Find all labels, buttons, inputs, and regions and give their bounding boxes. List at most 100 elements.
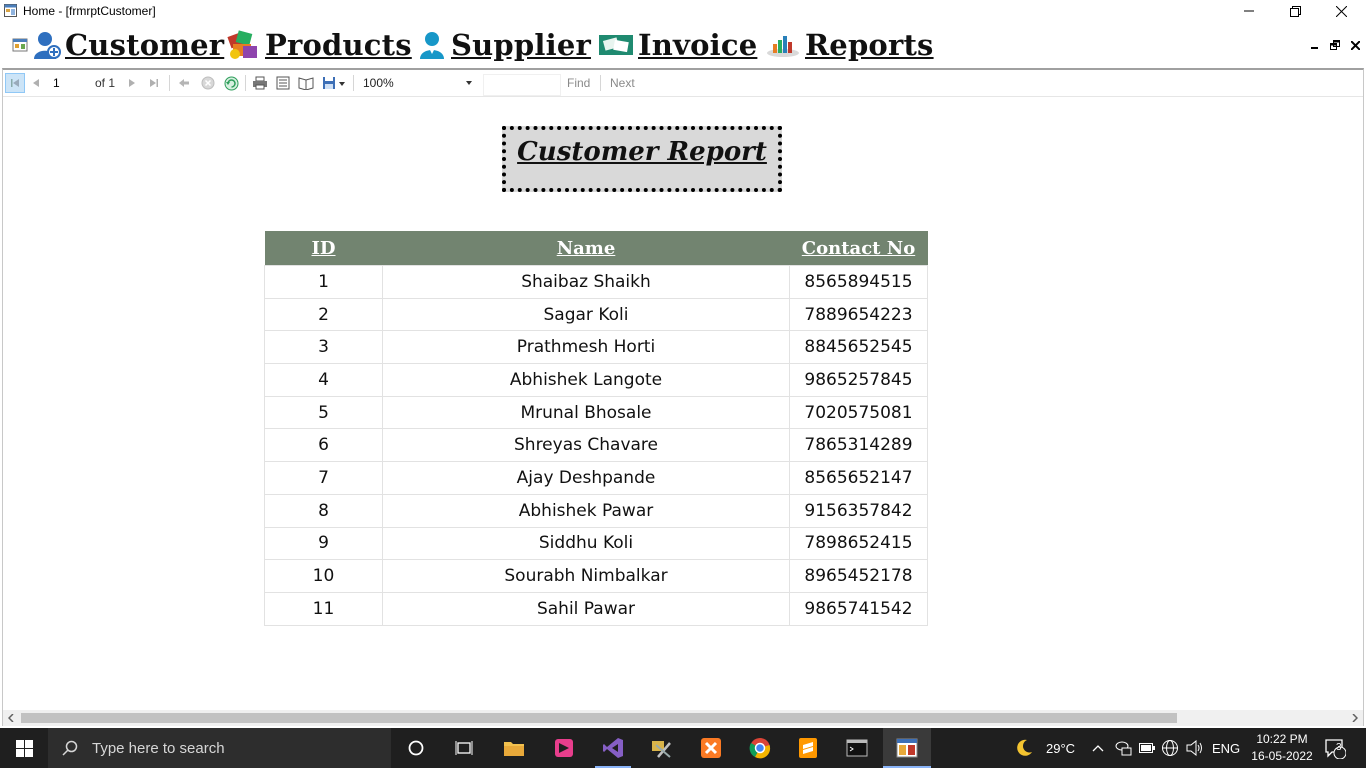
last-page-button[interactable] xyxy=(145,74,163,92)
visual-studio-button[interactable] xyxy=(589,728,637,768)
cell-name: Abhishek Pawar xyxy=(382,493,790,528)
report-title: Customer Report xyxy=(517,137,767,167)
column-header-name: Name xyxy=(382,231,790,266)
find-text-input[interactable] xyxy=(483,74,561,96)
stop-button[interactable] xyxy=(199,74,217,92)
report-title-box: Customer Report xyxy=(502,126,782,192)
cell-name: Siddhu Koli xyxy=(382,526,790,561)
chevron-left-icon xyxy=(8,714,14,722)
network-indicator[interactable] xyxy=(1161,728,1179,768)
back-arrow-icon xyxy=(179,79,189,87)
refresh-button[interactable] xyxy=(222,74,240,92)
restore-button[interactable] xyxy=(1272,0,1318,22)
table-row: 11 Sahil Pawar 9865741542 xyxy=(264,591,928,626)
first-page-button[interactable] xyxy=(5,73,25,93)
table-row: 8 Abhishek Pawar 9156357842 xyxy=(264,493,928,528)
scroll-left-button[interactable] xyxy=(3,710,19,726)
current-page-input[interactable] xyxy=(51,74,95,92)
language-indicator[interactable]: ENG xyxy=(1212,728,1240,768)
print-layout-button[interactable] xyxy=(274,74,292,92)
cell-name: Shreyas Chavare xyxy=(382,428,790,463)
app-form-icon xyxy=(4,4,17,17)
export-button[interactable] xyxy=(321,74,347,92)
tools-button[interactable] xyxy=(637,728,685,768)
terminal-button[interactable] xyxy=(833,728,881,768)
zoom-select[interactable]: 100% xyxy=(363,74,475,92)
clock[interactable]: 10:22 PM 16-05-2022 xyxy=(1242,731,1322,765)
last-page-icon xyxy=(150,79,158,87)
taskbar-search-box[interactable]: Type here to search xyxy=(48,728,391,768)
active-app-button[interactable] xyxy=(883,728,931,768)
back-button[interactable] xyxy=(175,74,193,92)
scroll-right-button[interactable] xyxy=(1347,710,1363,726)
cortana-icon xyxy=(408,740,424,756)
xampp-button[interactable] xyxy=(687,728,735,768)
mdi-child-form-icon xyxy=(12,38,28,52)
menu-customer-label: Customer xyxy=(65,28,225,62)
cell-name: Sagar Koli xyxy=(382,297,790,332)
invoice-icon xyxy=(599,35,633,55)
cell-contact: 7865314289 xyxy=(789,428,928,463)
previous-page-button[interactable] xyxy=(27,74,45,92)
restore-icon xyxy=(1330,40,1340,50)
find-next-button[interactable]: Next xyxy=(610,76,635,90)
chevron-down-icon xyxy=(466,81,472,85)
mdi-close-button[interactable] xyxy=(1347,37,1363,53)
table-row: 10 Sourabh Nimbalkar 8965452178 xyxy=(264,559,928,593)
menu-customer[interactable]: Customer xyxy=(33,26,224,64)
menu-products-label: Products xyxy=(265,28,412,62)
task-view-button[interactable] xyxy=(440,728,488,768)
next-page-button[interactable] xyxy=(123,74,141,92)
windows-logo-icon xyxy=(15,739,33,757)
page-setup-button[interactable] xyxy=(297,74,315,92)
close-icon xyxy=(1350,40,1360,50)
start-button[interactable] xyxy=(0,728,48,768)
chrome-button[interactable] xyxy=(736,728,784,768)
first-page-icon xyxy=(11,79,19,87)
xampp-icon xyxy=(701,738,721,758)
menu-products[interactable]: Products xyxy=(225,26,412,64)
notification-center-button[interactable]: 3 xyxy=(1324,728,1346,768)
file-explorer-button[interactable] xyxy=(490,728,538,768)
cortana-button[interactable] xyxy=(392,728,440,768)
menu-reports[interactable]: Reports xyxy=(765,26,934,64)
volume-indicator[interactable] xyxy=(1186,728,1204,768)
menu-strip: Customer Products Supplier Invoice Repor… xyxy=(0,22,1366,68)
scrollbar-thumb[interactable] xyxy=(21,713,1177,723)
mdi-minimize-button[interactable] xyxy=(1307,37,1323,53)
stop-icon xyxy=(201,76,215,90)
cell-id: 11 xyxy=(264,591,383,626)
cell-id: 7 xyxy=(264,461,383,495)
weather-widget[interactable]: 29°C xyxy=(1014,728,1075,768)
cell-name: Sourabh Nimbalkar xyxy=(382,559,790,593)
menu-invoice[interactable]: Invoice xyxy=(598,26,757,64)
tools-icon xyxy=(652,741,671,758)
horizontal-scrollbar[interactable] xyxy=(3,710,1363,726)
cell-id: 10 xyxy=(264,559,383,593)
sublime-text-button[interactable] xyxy=(784,728,832,768)
mdi-restore-button[interactable] xyxy=(1327,37,1343,53)
window-title: Home - [frmrptCustomer] xyxy=(23,4,156,18)
cell-name: Mrunal Bhosale xyxy=(382,395,790,430)
customer-icon xyxy=(34,32,61,59)
show-hidden-icons-button[interactable] xyxy=(1092,728,1104,768)
print-button[interactable] xyxy=(251,74,269,92)
tray-icon[interactable] xyxy=(1114,728,1132,768)
menu-supplier-label: Supplier xyxy=(451,28,591,62)
table-row: 3 Prathmesh Horti 8845652545 xyxy=(264,330,928,365)
restore-icon xyxy=(1289,5,1301,17)
column-header-id: ID xyxy=(264,231,383,266)
menu-supplier[interactable]: Supplier xyxy=(417,26,591,64)
minimize-button[interactable] xyxy=(1226,0,1272,22)
cell-id: 2 xyxy=(264,297,383,332)
close-button[interactable] xyxy=(1318,0,1364,22)
products-icon xyxy=(227,30,257,59)
window-title-bar: Home - [frmrptCustomer] xyxy=(0,0,1366,22)
battery-indicator[interactable] xyxy=(1139,728,1155,768)
globe-icon xyxy=(1162,740,1178,756)
find-button[interactable]: Find xyxy=(567,76,590,90)
close-icon xyxy=(1335,5,1347,17)
app-pink-button[interactable] xyxy=(540,728,588,768)
report-table: ID Name Contact No 1 Shaibaz Shaikh 856589… xyxy=(264,231,928,626)
folder-icon xyxy=(504,742,524,756)
